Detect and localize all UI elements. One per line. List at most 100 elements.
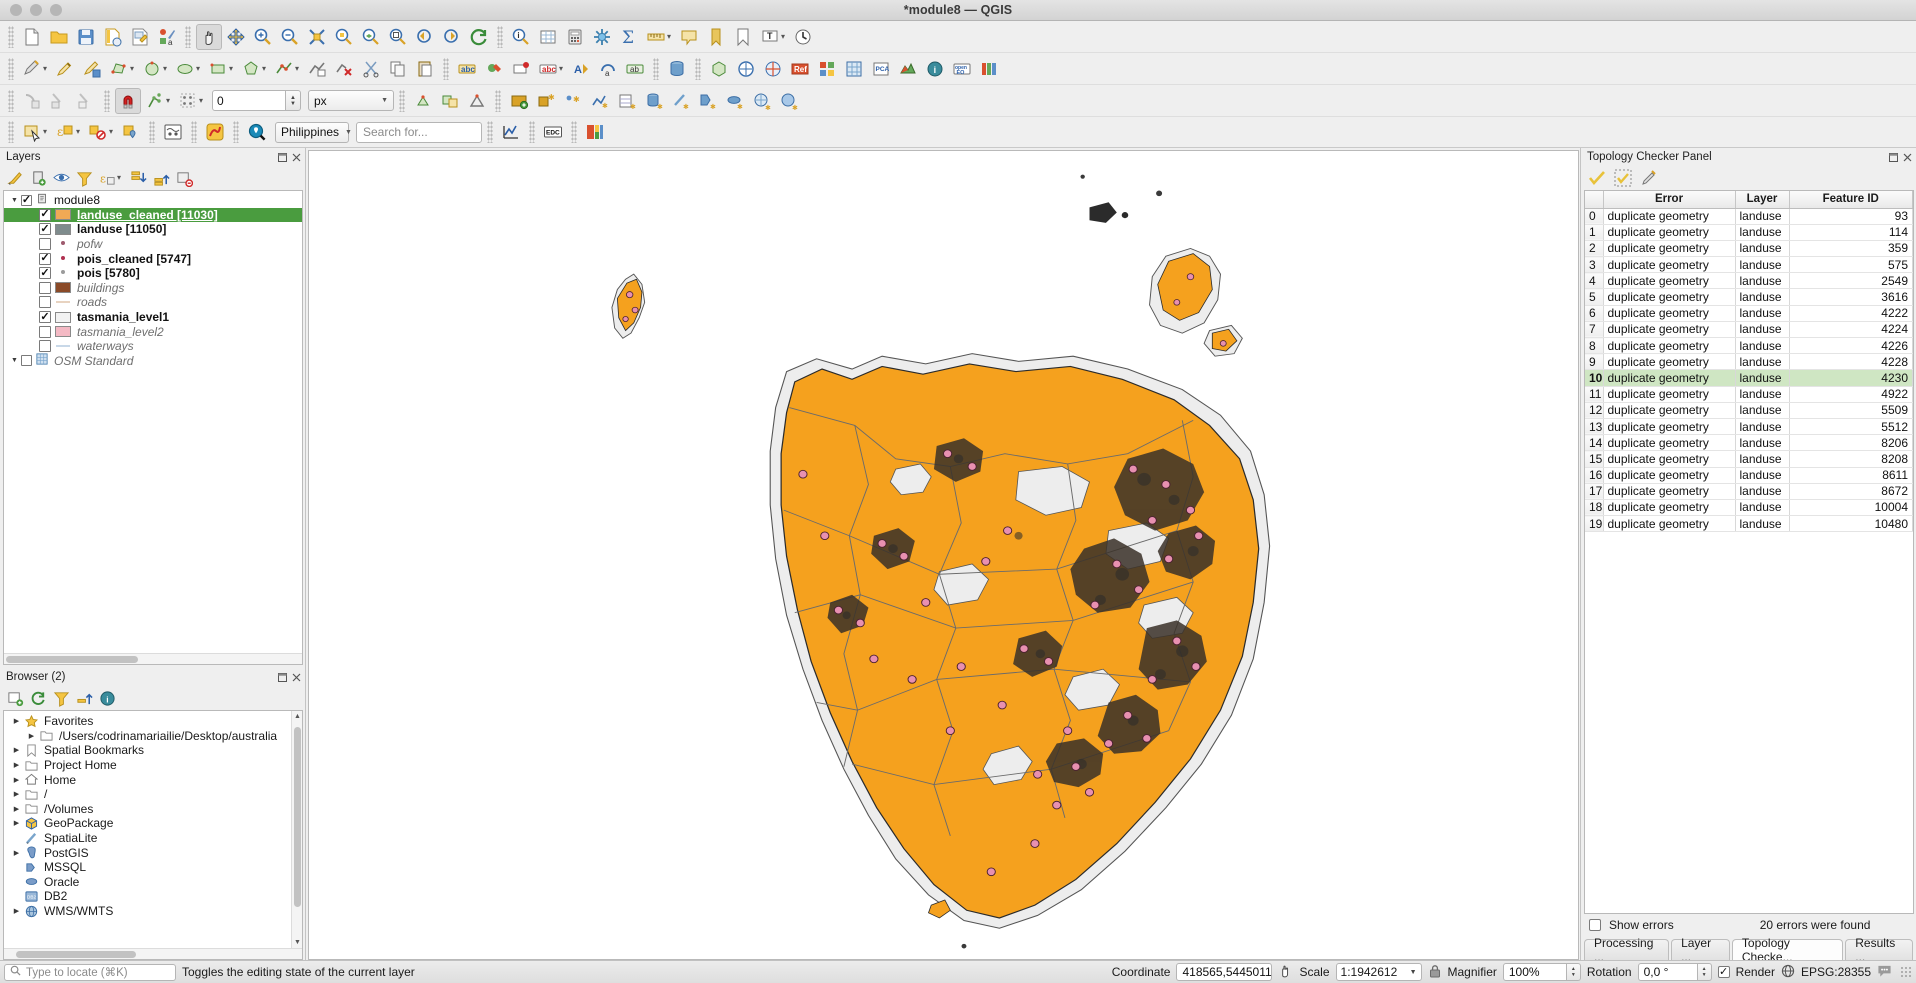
show-errors-checkbox[interactable] [1589,919,1601,931]
add-oracle-layer-icon[interactable]: ✱ [722,88,748,114]
rotation-value[interactable]: 0,0 ° [1637,963,1698,981]
locator-search-input[interactable]: Type to locate (⌘K) [4,963,176,981]
zoom-to-layer-icon[interactable] [358,24,384,50]
chevron-down-icon[interactable]: ▾ [117,174,124,182]
layer-column-header[interactable]: Layer [1735,191,1790,209]
scp-info-icon[interactable]: i [922,56,948,82]
table-row[interactable]: 2 duplicate geometry landuse 359 [1585,240,1913,258]
zoom-full-icon[interactable] [304,24,330,50]
select-by-expression-icon[interactable]: ε [52,119,78,145]
snapping-units-select[interactable]: px ▼ [308,90,394,111]
browser-item[interactable]: DB2 DB2 [4,889,302,904]
layer-item[interactable]: pois [5780] [4,266,302,281]
layer-visibility-checkbox[interactable] [39,296,51,309]
layer-item[interactable]: roads [4,295,302,310]
browser-item[interactable]: ▶ Spatial Bookmarks [4,743,302,758]
manage-layer-visibility-icon[interactable] [51,168,71,188]
collapse-all-browser-icon[interactable] [74,688,94,708]
table-row[interactable]: 18 duplicate geometry landuse 10004 [1585,499,1913,517]
field-calculator-icon[interactable] [562,24,588,50]
topology-checker-icon[interactable] [733,56,759,82]
zoom-in-icon[interactable] [250,24,276,50]
toolbar-grip[interactable] [8,25,14,48]
zoom-to-selection-icon[interactable] [331,24,357,50]
browser-item[interactable]: ▶ Home [4,772,302,787]
layer-item[interactable]: landuse [11050] [4,222,302,237]
move-label-icon[interactable]: A [568,56,594,82]
expand-collapse-icon[interactable]: ▼ [8,197,21,204]
browser-vertical-scrollbar[interactable]: ▲ ▼ [291,711,302,948]
validate-all-icon[interactable] [1587,168,1607,188]
geometry-checker-icon[interactable] [706,56,732,82]
zoom-last-icon[interactable] [412,24,438,50]
close-panel-icon[interactable] [292,153,301,162]
processing-toolbox-icon[interactable] [589,24,615,50]
table-row[interactable]: 5 duplicate geometry landuse 3616 [1585,288,1913,306]
enable-snapping-icon[interactable] [115,87,141,114]
expand-all-icon[interactable] [128,168,148,188]
show-hide-labels-icon[interactable]: abc [535,56,561,82]
bottom-dock-tabs[interactable]: Processing ... Layer ... Topology Checke..… [1581,936,1916,964]
add-wfs-layer-icon[interactable] [506,88,532,114]
layer-item[interactable]: ▼ module8 [4,193,302,208]
profile-tool-icon[interactable] [498,119,524,145]
save-project-icon[interactable] [73,24,99,50]
layer-visibility-checkbox[interactable] [21,194,32,206]
undock-icon[interactable] [278,152,287,162]
undock-icon[interactable] [278,672,287,682]
validate-extent-icon[interactable] [1613,168,1633,188]
browser-item[interactable]: ▶ /Users/codrinamariailie/Desktop/austral… [4,729,302,744]
layer-visibility-checkbox[interactable] [39,223,51,236]
table-row[interactable]: 7 duplicate geometry landuse 4224 [1585,321,1913,339]
expand-arrow-icon[interactable]: ▶ [10,776,23,784]
add-spatialite-layer-icon[interactable]: ✱ [668,88,694,114]
topology-errors-table-container[interactable]: Error Layer Feature ID 0 duplicate geomet… [1584,190,1914,914]
expand-arrow-icon[interactable]: ▶ [10,761,23,769]
browser-item[interactable]: Oracle [4,875,302,890]
table-row[interactable]: 3 duplicate geometry landuse 575 [1585,256,1913,274]
add-polygon-feature-icon[interactable] [106,56,132,82]
layer-visibility-checkbox[interactable] [39,311,51,324]
dock-tab[interactable]: Results ... [1845,936,1914,964]
toolbar-grip[interactable] [497,25,503,48]
new-project-icon[interactable] [19,24,45,50]
semi-automatic-classification-icon[interactable] [895,56,921,82]
messages-icon[interactable] [1877,963,1892,981]
table-row[interactable]: 10 duplicate geometry landuse 4230 [1585,369,1913,387]
expand-arrow-icon[interactable]: ▶ [10,907,23,915]
expand-arrow-icon[interactable]: ▶ [25,732,38,740]
current-edits-icon[interactable] [19,56,45,82]
qquick-osm-icon[interactable] [202,119,228,145]
value-tool-icon[interactable] [582,119,608,145]
snapping-mode-icon[interactable] [142,88,168,114]
toolbar-grip[interactable] [495,89,501,112]
delete-selected-icon[interactable] [331,56,357,82]
configure-icon[interactable] [1639,168,1659,188]
scroll-down-arrow[interactable]: ▼ [292,937,302,948]
crs-label[interactable]: EPSG:28355 [1801,965,1871,979]
expand-arrow-icon[interactable]: ▶ [10,717,23,725]
self-snapping-icon[interactable] [464,88,490,114]
metasearch-icon[interactable]: Ref [787,56,813,82]
browser-item[interactable]: ▶ WMS/WMTS [4,904,302,919]
table-row[interactable]: 15 duplicate geometry landuse 8208 [1585,450,1913,468]
toolbar-grip[interactable] [487,121,493,143]
resize-grip[interactable] [1900,966,1912,978]
toolbar-grip[interactable] [104,89,110,112]
save-project-as-icon[interactable] [100,24,126,50]
toolbar-grip[interactable] [8,121,14,143]
label-toolbar-icon[interactable]: abc [454,56,480,82]
add-delimited-text-icon[interactable]: ✱ [614,88,640,114]
expand-arrow-icon[interactable]: ▶ [10,790,23,798]
snapping-tolerance-input[interactable]: 0 [212,90,286,111]
toolbar-grip[interactable] [8,89,14,112]
tree-spacer[interactable]: ▼ [8,357,21,364]
layer-visibility-checkbox[interactable] [21,355,32,367]
browser-item[interactable]: ▶ /Volumes [4,802,302,817]
add-point-cloud-icon[interactable]: ✱ [560,88,586,114]
browser-item[interactable]: ▶ / [4,787,302,802]
qgis2web-icon[interactable] [160,119,186,145]
toolbar-grip[interactable] [529,121,535,143]
identify-features-icon[interactable]: i [508,24,534,50]
paste-features-icon[interactable] [412,56,438,82]
